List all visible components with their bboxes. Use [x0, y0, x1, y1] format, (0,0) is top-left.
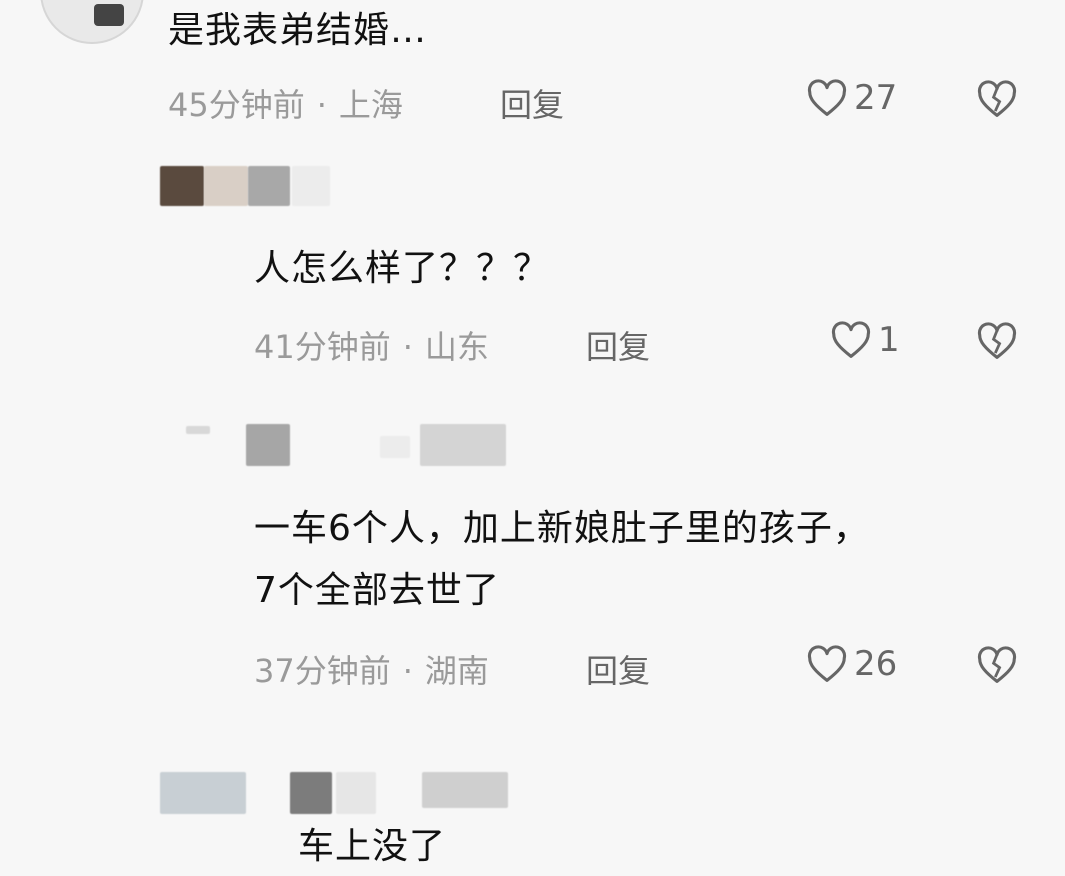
like-button[interactable]: 1	[830, 320, 900, 360]
comment-location: 山东	[424, 328, 489, 366]
like-count: 26	[854, 644, 898, 684]
comment-text-line-1: 一车6个人，加上新娘肚子里的孩子，	[254, 508, 870, 549]
comment-text: 人怎么样了？？？	[254, 248, 551, 289]
like-count: 27	[854, 78, 898, 118]
comment-time: 41分钟前	[254, 328, 391, 366]
comment-time: 45分钟前	[168, 86, 305, 124]
like-button[interactable]: 27	[806, 78, 897, 118]
avatar[interactable]	[40, 0, 144, 44]
broken-heart-icon[interactable]	[976, 322, 1018, 360]
comment-meta: 37分钟前 · 湖南	[254, 646, 489, 692]
separator-dot: ·	[402, 328, 413, 366]
heart-outline-icon	[806, 79, 848, 117]
avatar-image	[94, 4, 124, 26]
heart-outline-icon	[806, 645, 848, 683]
comment-text-line-2: 7个全部去世了	[254, 570, 500, 611]
comment-meta: 41分钟前 · 山东	[254, 322, 489, 368]
broken-heart-icon[interactable]	[976, 80, 1018, 118]
heart-outline-icon	[830, 321, 872, 359]
comment-text: 是我表弟结婚…	[168, 10, 428, 51]
reply-button[interactable]: 回复	[500, 80, 564, 126]
comment-time: 37分钟前	[254, 652, 391, 690]
like-count: 1	[878, 320, 900, 360]
comment-location: 上海	[338, 86, 403, 124]
separator-dot: ·	[316, 86, 327, 124]
separator-dot: ·	[402, 652, 413, 690]
reply-button[interactable]: 回复	[586, 322, 650, 368]
comment-text: 车上没了	[298, 826, 447, 867]
comment-location: 湖南	[424, 652, 489, 690]
broken-heart-icon[interactable]	[976, 646, 1018, 684]
like-button[interactable]: 26	[806, 644, 897, 684]
reply-button[interactable]: 回复	[586, 646, 650, 692]
comment-meta: 45分钟前 · 上海	[168, 80, 403, 126]
